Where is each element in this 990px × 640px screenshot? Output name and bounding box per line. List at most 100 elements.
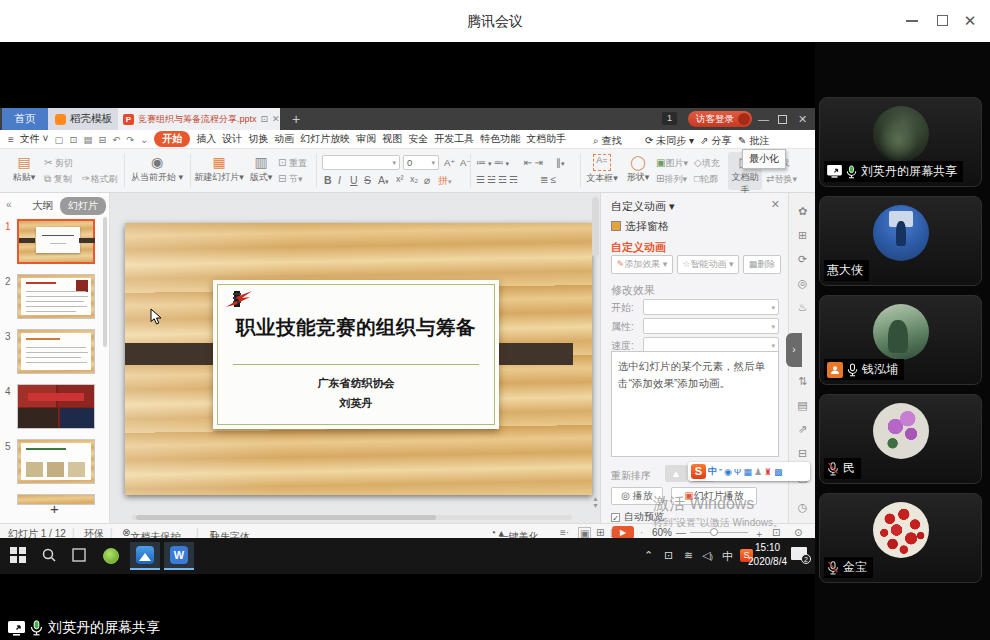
wps-minimize-icon[interactable]: — bbox=[758, 113, 769, 125]
wps-close-icon[interactable]: ✕ bbox=[798, 113, 807, 126]
layout-button[interactable]: ▥版式▾ bbox=[246, 154, 276, 184]
clear-format-button[interactable]: ⌀ bbox=[424, 174, 430, 186]
tray-expand-icon[interactable]: ⌃ bbox=[644, 549, 653, 562]
tray-icon[interactable]: ⊟ bbox=[789, 447, 816, 460]
lamp-icon[interactable]: ♨ bbox=[789, 301, 816, 314]
tray-volume-icon[interactable]: ◁) bbox=[702, 549, 713, 562]
slide-4-thumbnail[interactable] bbox=[17, 384, 95, 429]
spacing-buttons[interactable]: ≣≤ bbox=[540, 174, 558, 185]
fill-button[interactable]: ◇填充 bbox=[694, 157, 720, 170]
print-icon[interactable]: ▤ bbox=[83, 134, 92, 145]
start-button[interactable] bbox=[10, 547, 26, 567]
thumbnail-scrollbar[interactable] bbox=[103, 217, 107, 347]
participant-tile-screen-share[interactable]: 刘英丹的屏幕共享 bbox=[819, 97, 982, 187]
picture-button[interactable]: ▣图片▾ bbox=[656, 157, 688, 170]
format-painter-button[interactable]: ✑格式刷 bbox=[82, 173, 117, 186]
tray-ime-indicator[interactable]: 中 bbox=[722, 549, 733, 564]
guest-login-button[interactable]: 访客登录 bbox=[688, 111, 752, 127]
menu-review[interactable]: 审阅 bbox=[356, 132, 376, 146]
more-icon[interactable]: ⌄ bbox=[140, 134, 148, 145]
replace-button[interactable]: ⇄替换▾ bbox=[766, 173, 797, 186]
participant-tile[interactable]: 民 bbox=[819, 394, 982, 484]
start-select[interactable]: ▾ bbox=[643, 299, 779, 315]
bullet-list-buttons[interactable]: ≔▾≕▾ bbox=[476, 157, 511, 168]
outline-tab[interactable]: 大纲 bbox=[32, 199, 53, 213]
menu-devtools[interactable]: 开发工具 bbox=[434, 132, 474, 146]
search-icon[interactable] bbox=[42, 548, 56, 566]
add-slide-button[interactable]: + bbox=[50, 500, 59, 517]
wps-tab-docer[interactable]: 稻壳模板 bbox=[48, 108, 118, 130]
canvas-hscrollbar[interactable] bbox=[122, 514, 582, 521]
sogou-input-bar[interactable]: S 中 ”◉Ψ▦♟♜▩ bbox=[688, 462, 810, 481]
canvas-scroll-chevrons[interactable]: ▲▼ bbox=[591, 495, 600, 509]
preview-icon[interactable]: ⊟ bbox=[98, 134, 106, 145]
shape-button[interactable]: ◯形状▾ bbox=[623, 154, 653, 184]
wps-restore-icon[interactable] bbox=[778, 115, 787, 124]
slide-editor[interactable]: 职业技能竞赛的组织与筹备 广东省纺织协会 刘英丹 bbox=[125, 223, 592, 495]
save-icon[interactable]: ▢ bbox=[54, 134, 63, 145]
collapse-panel-icon[interactable]: « bbox=[6, 199, 12, 210]
pane-icon[interactable]: ⊞ bbox=[789, 229, 816, 242]
hamburger-icon[interactable]: ≡ bbox=[8, 134, 14, 145]
text-direction-button[interactable]: ∥▾ bbox=[556, 157, 565, 168]
cut-button[interactable]: ✂ 剪切 bbox=[44, 157, 73, 170]
menu-insert[interactable]: 插入 bbox=[196, 132, 216, 146]
slide-organization[interactable]: 广东省纺织协会 bbox=[213, 376, 499, 391]
subscript-button[interactable]: x₂ bbox=[410, 174, 418, 184]
font-family-select[interactable]: ▾ bbox=[322, 155, 400, 170]
outline-button[interactable]: □轮廓 bbox=[694, 173, 718, 186]
slide-title[interactable]: 职业技能竞赛的组织与筹备 bbox=[213, 314, 499, 341]
zoom-slider[interactable] bbox=[690, 532, 748, 533]
find-menu[interactable]: ⌕ 查找 bbox=[593, 134, 621, 148]
tune-icon[interactable]: ⇅ bbox=[789, 375, 816, 388]
menu-security[interactable]: 安全 bbox=[408, 132, 428, 146]
menu-features[interactable]: 特色功能 bbox=[480, 132, 520, 146]
minimize-button[interactable] bbox=[904, 13, 920, 29]
italic-button[interactable]: I bbox=[338, 174, 341, 186]
slide-thumb-row-3[interactable]: 3 bbox=[0, 329, 109, 378]
tab-pin-icon[interactable]: ⊡ bbox=[261, 114, 269, 124]
output-icon[interactable]: ⊡ bbox=[69, 134, 77, 145]
slide-3-thumbnail[interactable] bbox=[17, 329, 95, 374]
slide-content-card[interactable]: 职业技能竞赛的组织与筹备 广东省纺织协会 刘英丹 bbox=[213, 280, 499, 429]
anim-panel-close-icon[interactable]: ✕ bbox=[771, 198, 780, 211]
font-color-button[interactable]: A▾ bbox=[378, 174, 389, 186]
close-button[interactable]: ✕ bbox=[962, 13, 978, 29]
taskbar-clock[interactable]: 15:102020/8/4 bbox=[748, 541, 787, 569]
play-from-current-button[interactable]: ◉从当前开始 ▾ bbox=[128, 154, 186, 184]
taskbar-app-wps[interactable]: W bbox=[164, 542, 194, 570]
beautify-button[interactable]: ◔ 一键美化 ▴ bbox=[490, 527, 504, 538]
add-effect-button[interactable]: ✎添加效果 ▾ bbox=[611, 255, 673, 274]
taskbar-app-360[interactable] bbox=[96, 542, 126, 570]
view-sorter-icon[interactable]: ⊞ bbox=[596, 527, 604, 538]
wps-tab-document[interactable]: P竞赛组织与筹备流程分享.pptx⊡✕ bbox=[118, 108, 280, 130]
taskbar-app-meeting[interactable] bbox=[130, 542, 160, 570]
slide-thumb-row-1[interactable]: 1 bbox=[0, 219, 109, 268]
menu-doc-assistant[interactable]: 文档助手 bbox=[526, 132, 566, 146]
strike-button[interactable]: S bbox=[364, 174, 371, 186]
bold-button[interactable]: B bbox=[324, 174, 332, 186]
font-grow-button[interactable]: A⁺ bbox=[444, 157, 455, 168]
tray-display-icon[interactable]: ⊡ bbox=[664, 549, 673, 562]
tab-close-icon[interactable]: ✕ bbox=[272, 114, 280, 124]
slide-author[interactable]: 刘英丹 bbox=[213, 396, 499, 411]
select-pane-button[interactable]: 选择窗格 bbox=[611, 219, 669, 234]
menu-transition[interactable]: 切换 bbox=[248, 132, 268, 146]
slide-5-thumbnail[interactable] bbox=[17, 439, 95, 484]
sync-menu[interactable]: ⟳ 未同步 ▾ bbox=[645, 134, 694, 148]
menu-view[interactable]: 视图 bbox=[382, 132, 402, 146]
slide-1-thumbnail[interactable] bbox=[17, 219, 95, 264]
slide-thumb-row-5[interactable]: 5 bbox=[0, 439, 109, 488]
menu-animation[interactable]: 动画 bbox=[274, 132, 294, 146]
new-slide-button[interactable]: ▦新建幻灯片▾ bbox=[194, 154, 244, 184]
slides-tab[interactable]: 幻灯片 bbox=[60, 197, 106, 215]
undo-icon[interactable]: ↶ bbox=[112, 134, 120, 145]
align-buttons[interactable]: ☰☱☲☴ bbox=[476, 174, 520, 185]
underline-button[interactable]: U bbox=[350, 174, 358, 186]
canvas-vscrollbar[interactable] bbox=[592, 197, 599, 257]
maximize-button[interactable] bbox=[934, 13, 950, 29]
reset-button[interactable]: ⊡ 重置 bbox=[278, 157, 307, 170]
share-menu[interactable]: ⇗ 分享 bbox=[700, 134, 731, 148]
view-normal-icon[interactable]: ≡· bbox=[560, 527, 569, 538]
panel-expand-handle[interactable]: › bbox=[786, 333, 802, 367]
